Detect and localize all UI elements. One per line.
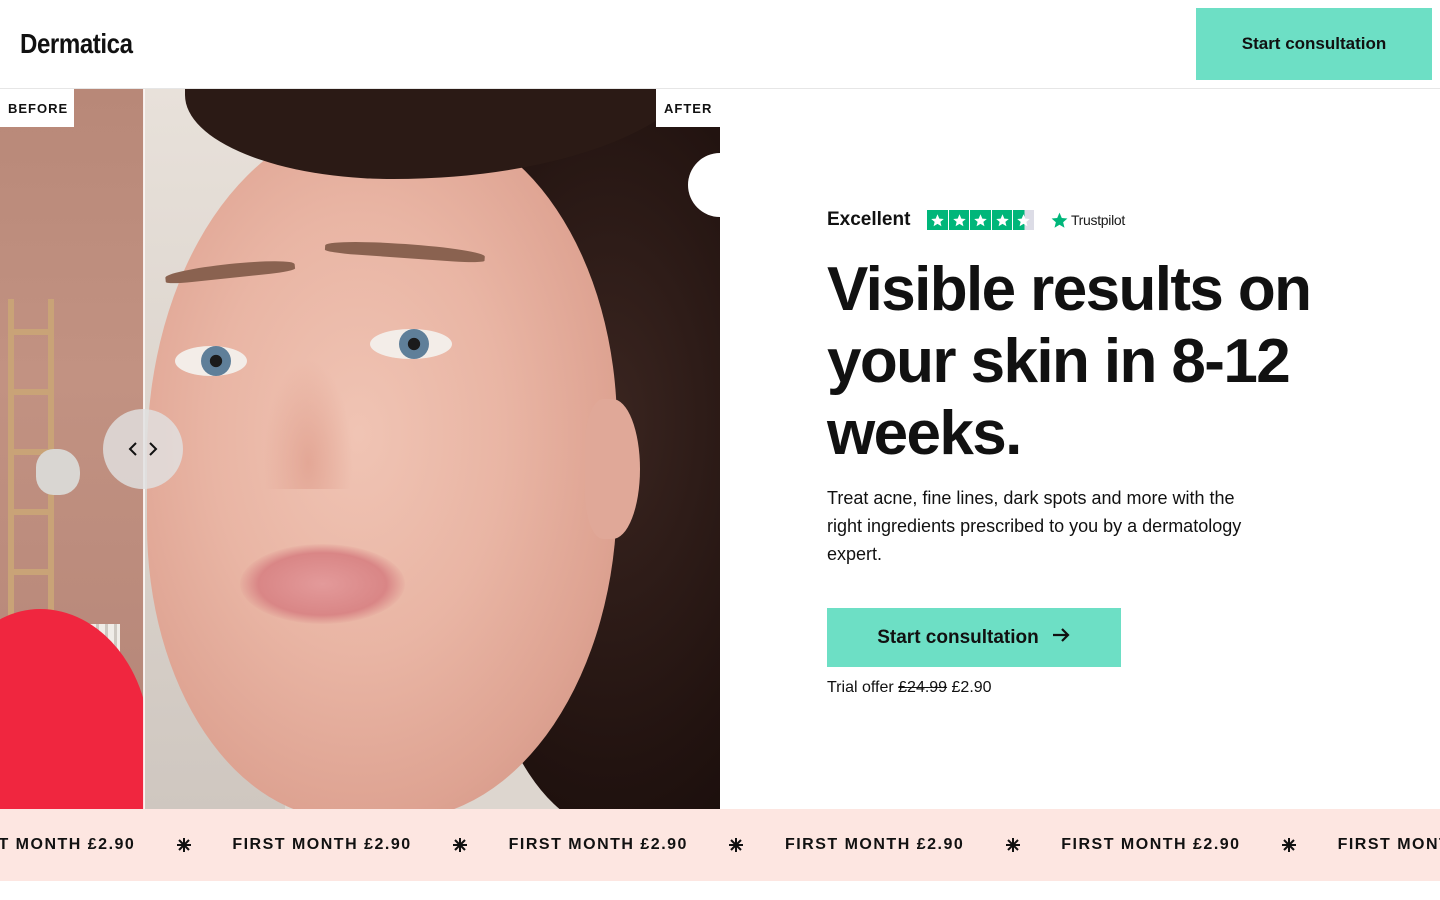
chevron-left-icon: [128, 441, 138, 457]
chevron-right-icon: [148, 441, 158, 457]
comparison-slider-handle[interactable]: [103, 409, 183, 489]
marquee-item: FIRST MONTH £2.90: [508, 836, 688, 853]
star-icon: [948, 209, 970, 231]
after-image: [145, 89, 720, 809]
cta-label: Start consultation: [877, 626, 1039, 648]
trustpilot-label: Trustpilot: [1070, 212, 1125, 228]
marquee-item: FIRST MONTH £2.90: [784, 836, 965, 853]
before-label: BEFORE: [0, 89, 74, 127]
marquee-item: FIRST MONTH £2.90: [1061, 836, 1241, 853]
trustpilot-brand: Trustpilot: [1050, 211, 1125, 230]
trial-prefix: Trial offer: [827, 679, 894, 696]
asterisk-icon: [135, 837, 232, 853]
hero-headline: Visible results on your skin in 8-12 wee…: [827, 255, 1312, 468]
marquee-item: FIRST MONTH £2.90: [0, 836, 136, 853]
asterisk-icon: [412, 837, 509, 853]
asterisk-icon: [688, 837, 785, 853]
marquee-item: FIRST MONTH £2.90: [1337, 836, 1440, 853]
before-after-comparison[interactable]: BEFORE AFTER: [0, 89, 720, 809]
star-icon: [991, 209, 1013, 231]
trial-offer: Trial offer £24.99 £2.90: [827, 679, 1347, 697]
star-icon: [927, 209, 948, 231]
half-star-icon: [1013, 209, 1034, 231]
asterisk-icon: [1241, 837, 1338, 853]
offer-marquee: FIRST MONTH £2.90 FIRST MONTH £2.90 FIRS…: [0, 809, 1440, 881]
start-consultation-button[interactable]: Start consultation: [827, 608, 1121, 667]
hero-content: Excellent Trustpilot Visible results on …: [827, 200, 1347, 697]
asterisk-icon: [964, 837, 1061, 853]
star-icon: [970, 209, 991, 231]
site-header: Dermatica Start consultation: [0, 0, 1440, 89]
after-label: AFTER: [656, 89, 720, 127]
hero-subtext: Treat acne, fine lines, dark spots and m…: [827, 488, 1242, 564]
rating-label: Excellent: [827, 209, 911, 230]
trustpilot-star-icon: [1051, 212, 1068, 228]
rating-stars: [927, 209, 1034, 231]
dermatica-logo[interactable]: Dermatica: [20, 28, 133, 60]
trial-old-price: £24.99: [898, 679, 948, 696]
arrow-right-icon: [1051, 626, 1071, 650]
marquee-item: FIRST MONTH £2.90: [232, 836, 412, 853]
marquee-track: FIRST MONTH £2.90 FIRST MONTH £2.90 FIRS…: [0, 809, 1440, 881]
trustpilot-rating[interactable]: Excellent Trustpilot: [827, 200, 1347, 240]
trial-new-price: £2.90: [951, 679, 992, 696]
header-start-consultation-button[interactable]: Start consultation: [1196, 8, 1432, 80]
